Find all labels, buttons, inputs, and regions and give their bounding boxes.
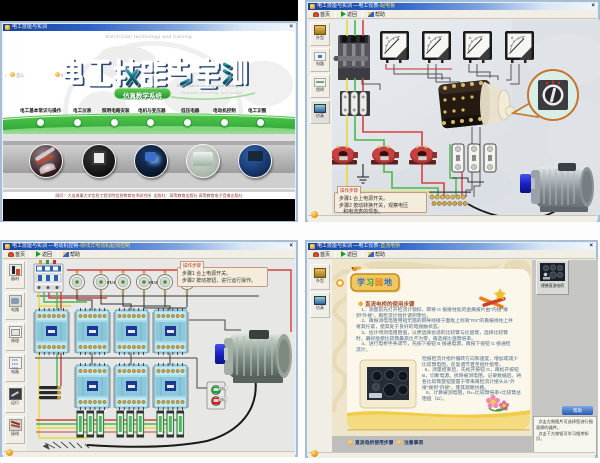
svg-text:FU1: FU1 <box>107 280 116 285</box>
svg-text:SB2: SB2 <box>220 398 226 402</box>
svg-text:FU2: FU2 <box>149 280 158 285</box>
svg-text:SB1: SB1 <box>220 387 226 391</box>
